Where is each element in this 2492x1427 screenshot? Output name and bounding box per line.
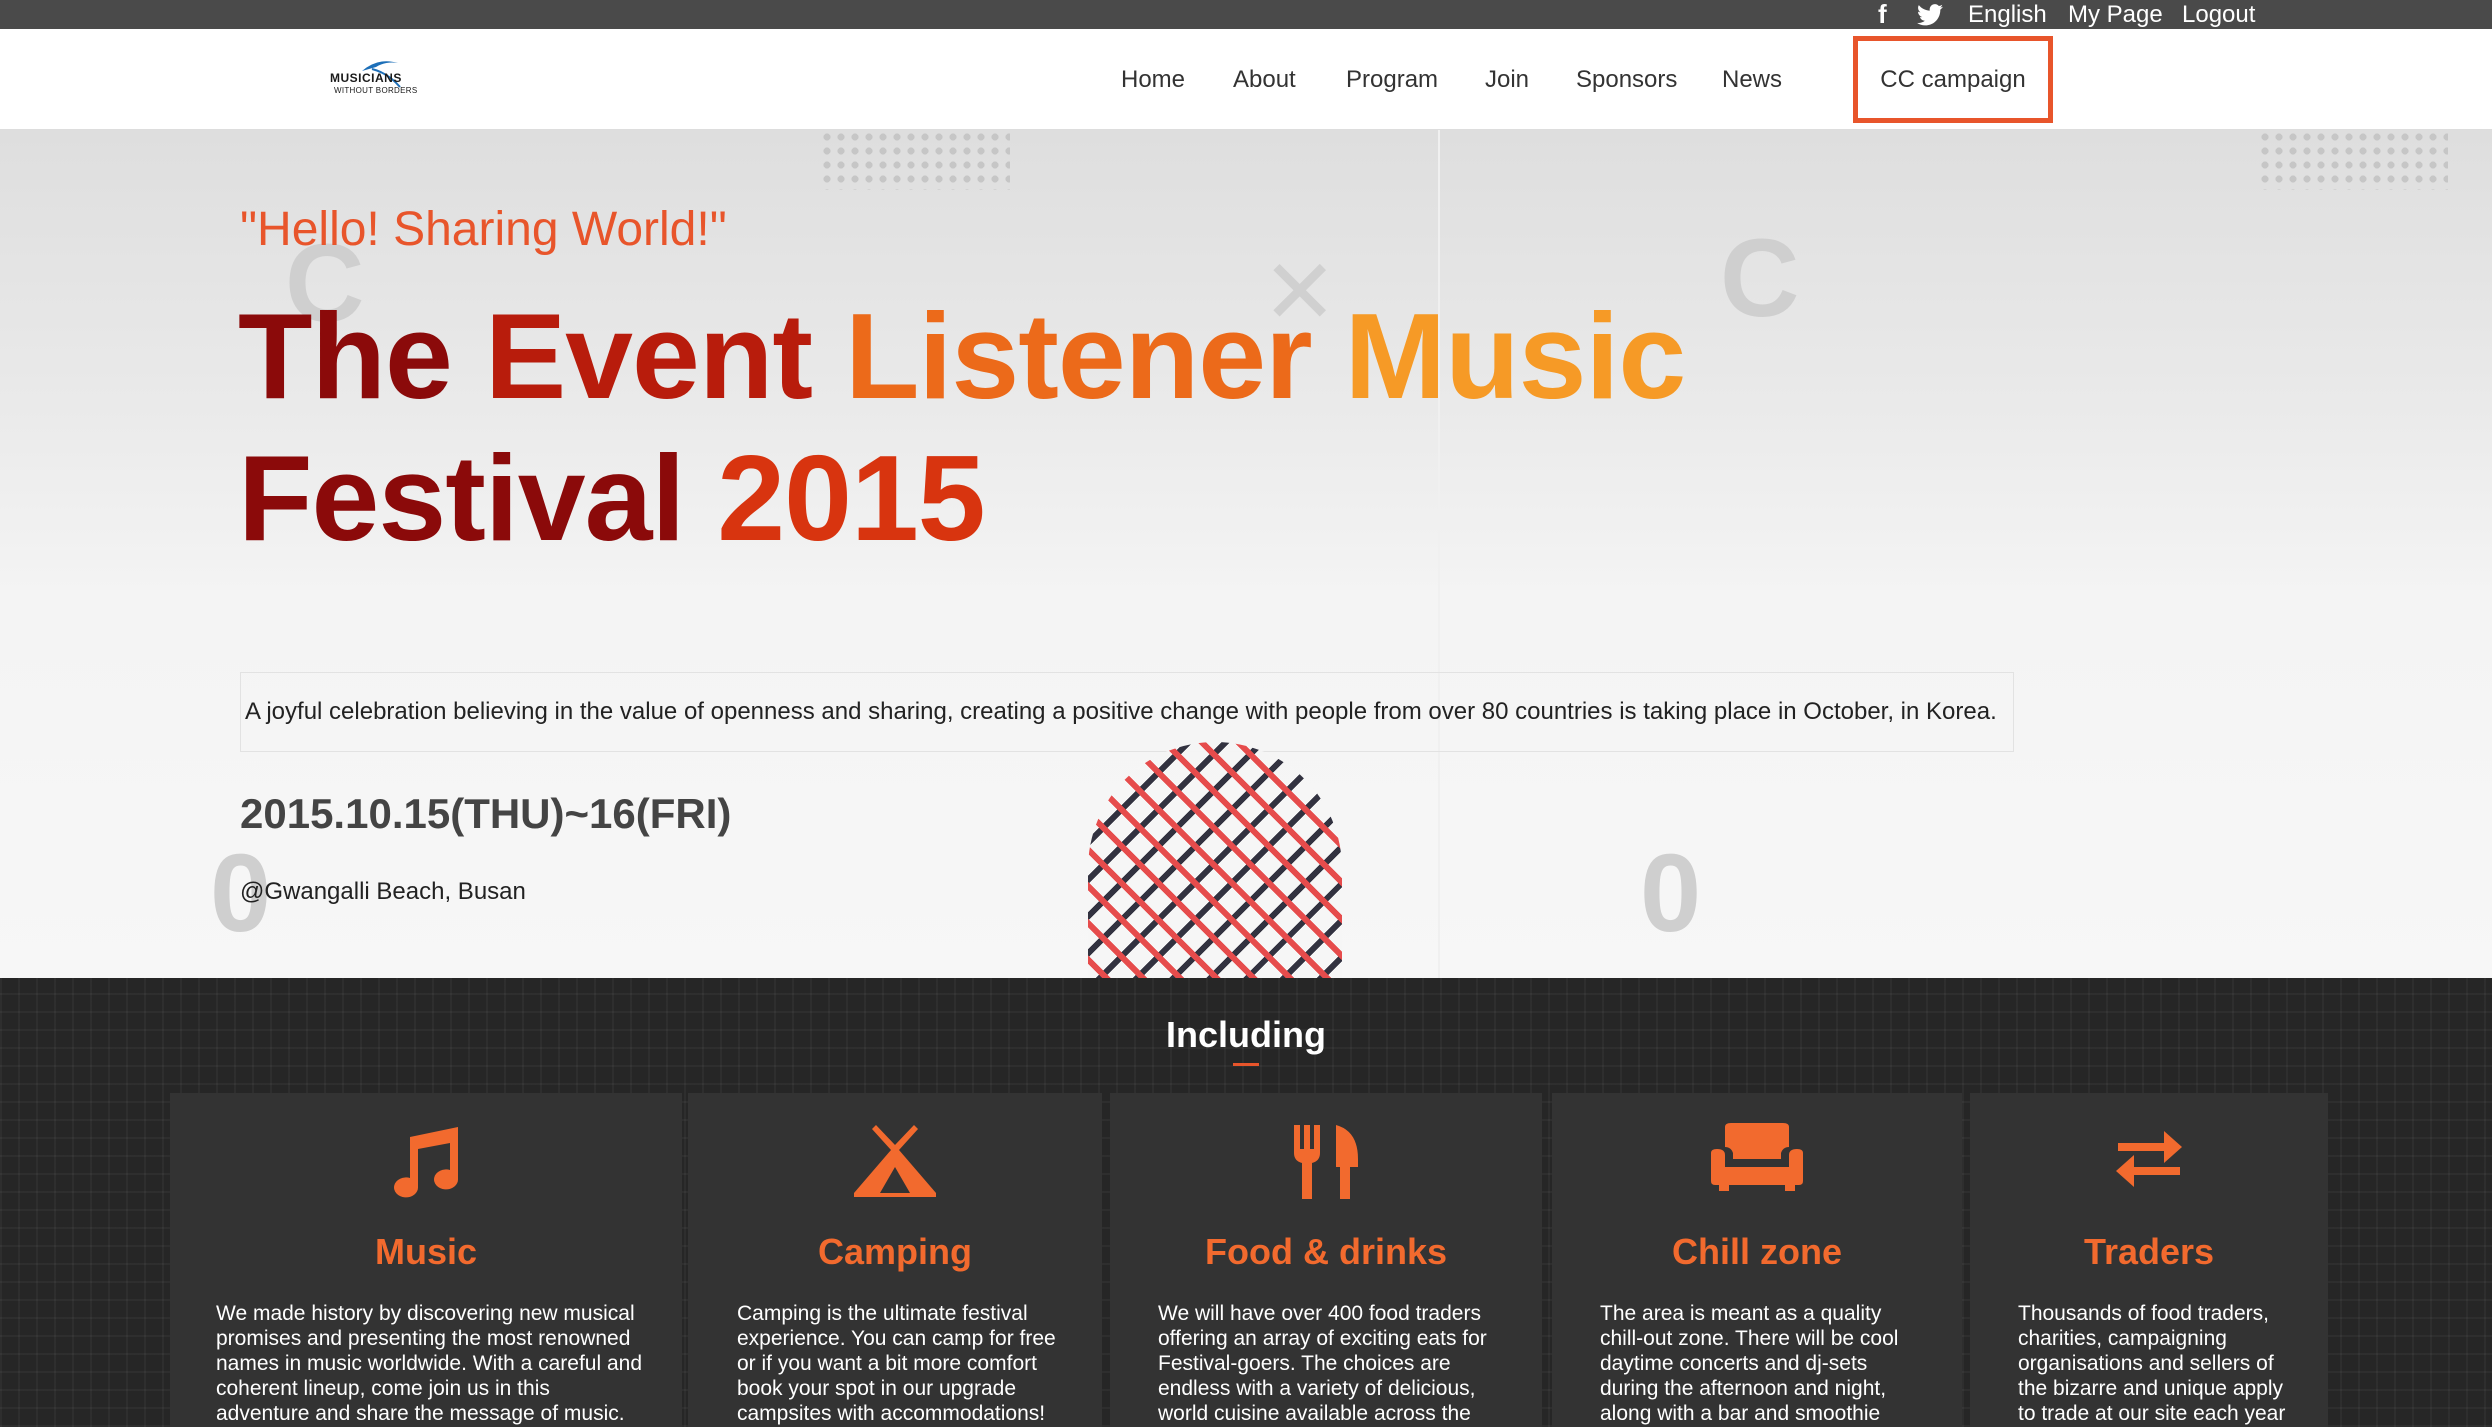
hero-subtitle: "Hello! Sharing World!" — [240, 203, 727, 256]
card-description-line: adventure and share the message of music… — [216, 1402, 625, 1425]
event-dates: 2015.10.15(THU)~16(FRI) — [240, 790, 732, 837]
card-description-line: the bizarre and unique apply — [2018, 1377, 2284, 1400]
card-description-line: campsites with accommodations! — [737, 1402, 1046, 1425]
feature-card-camping[interactable]: Camping Camping is the ultimate festival… — [688, 1093, 1102, 1427]
title-word: The — [238, 288, 453, 424]
sofa-icon — [1552, 1123, 1962, 1193]
card-description: We will have over 400 food traders offer… — [1158, 1301, 1487, 1426]
card-description-line: organisations and sellers of — [2018, 1352, 2274, 1375]
card-description-line: along with a bar and smoothie — [1600, 1402, 1881, 1425]
hero-dot-pattern — [2258, 130, 2448, 190]
logo-text-main: MUSICIANS — [330, 71, 402, 85]
card-description-line: Festival-goers. The choices are — [1158, 1352, 1451, 1375]
facebook-icon[interactable]: f — [1878, 0, 1887, 29]
language-selector[interactable]: English — [1968, 0, 2047, 29]
exchange-arrows-icon — [1970, 1123, 2328, 1195]
my-page-link[interactable]: My Page — [2068, 0, 2163, 29]
section-title-underline — [1233, 1063, 1259, 1066]
title-word: 2015 — [717, 430, 985, 566]
logout-link[interactable]: Logout — [2182, 0, 2255, 29]
feature-card-chill-zone[interactable]: Chill zone The area is meant as a qualit… — [1552, 1093, 1962, 1427]
card-description-line: book your spot in our upgrade — [737, 1377, 1017, 1400]
card-description: The area is meant as a quality chill-out… — [1600, 1301, 1898, 1426]
nav-sponsors[interactable]: Sponsors — [1576, 29, 1677, 130]
card-description-line: offering an array of exciting eats for — [1158, 1327, 1487, 1350]
card-description: We made history by discovering new music… — [216, 1301, 642, 1426]
site-header: MUSICIANS WITHOUT BORDERS Home About Pro… — [0, 29, 2492, 130]
nav-cc-campaign[interactable]: CC campaign — [1853, 36, 2053, 123]
logo-text-sub: WITHOUT BORDERS — [334, 86, 418, 95]
card-description-line: world cuisine available across the — [1158, 1402, 1471, 1425]
card-title: Camping — [817, 1231, 972, 1272]
card-description-line: during the afternoon and night, — [1600, 1377, 1887, 1400]
nav-about[interactable]: About — [1233, 29, 1296, 130]
card-title: Music — [374, 1231, 478, 1272]
nav-news[interactable]: News — [1722, 29, 1782, 130]
card-description-line: daytime concerts and dj-sets — [1600, 1352, 1868, 1375]
music-note-icon — [170, 1123, 682, 1201]
card-description-line: We will have over 400 food traders — [1158, 1302, 1481, 1325]
title-word: Listener — [844, 288, 1313, 424]
card-description-line: experience. You can camp for free — [737, 1327, 1056, 1350]
hero-title: The Event Listener Music Festival 2015 — [238, 285, 1738, 569]
including-section: Including Music We made history by disco… — [0, 978, 2492, 1427]
title-word: Event — [484, 288, 813, 424]
card-description-line: to trade at our site each year — [2018, 1402, 2286, 1425]
card-title: Chill zone — [1672, 1231, 1842, 1272]
feature-card-traders[interactable]: Traders Thousands of food traders, chari… — [1970, 1093, 2328, 1427]
feature-card-food-drinks[interactable]: Food & drinks We will have over 400 food… — [1110, 1093, 1542, 1427]
card-description-line: names in music worldwide. With a careful… — [216, 1352, 643, 1375]
card-description-line: We made history by discovering new music… — [216, 1302, 635, 1325]
card-description-line: Camping is the ultimate festival — [737, 1302, 1028, 1325]
card-description-line: Thousands of food traders, — [2018, 1302, 2269, 1325]
card-title: Food & drinks — [1205, 1231, 1447, 1272]
event-location: @Gwangalli Beach, Busan — [240, 878, 526, 905]
card-description-line: coherent lineup, come join us in this — [216, 1377, 550, 1400]
card-description: Camping is the ultimate festival experie… — [737, 1301, 1056, 1426]
tent-icon — [688, 1123, 1102, 1199]
card-description-line: promises and presenting the most renowne… — [216, 1327, 631, 1350]
card-description-line: chill-out zone. There will be cool — [1600, 1327, 1899, 1350]
fork-knife-icon — [1110, 1123, 1542, 1201]
hero-dot-pattern — [820, 130, 1010, 190]
title-word: Festival — [238, 430, 685, 566]
card-description: Thousands of food traders, charities, ca… — [2018, 1301, 2285, 1426]
card-description-line: endless with a variety of delicious, — [1158, 1377, 1476, 1400]
hero-background-glyph: 0 — [1640, 832, 1702, 955]
card-title: Traders — [2083, 1231, 2215, 1272]
hero-section: C C ✕ 0 0 "Hello! Sharing World!" The Ev… — [0, 130, 2492, 978]
nav-program[interactable]: Program — [1346, 29, 1438, 130]
nav-home[interactable]: Home — [1121, 29, 1185, 130]
hero-description: A joyful celebration believing in the va… — [240, 672, 2014, 752]
card-description-line: The area is meant as a quality — [1600, 1302, 1882, 1325]
nav-join[interactable]: Join — [1485, 29, 1529, 130]
card-description-line: charities, campaigning — [2018, 1327, 2227, 1350]
card-description-line: or if you want a bit more comfort — [737, 1352, 1037, 1375]
feature-card-music[interactable]: Music We made history by discovering new… — [170, 1093, 682, 1427]
title-word: Music — [1344, 288, 1686, 424]
site-logo[interactable]: MUSICIANS WITHOUT BORDERS — [328, 47, 418, 113]
decorative-pattern-circle — [1088, 742, 1342, 978]
twitter-icon[interactable] — [1917, 0, 1943, 29]
section-title: Including — [1166, 1014, 1326, 1055]
top-utility-bar: f English My Page Logout — [0, 0, 2492, 29]
